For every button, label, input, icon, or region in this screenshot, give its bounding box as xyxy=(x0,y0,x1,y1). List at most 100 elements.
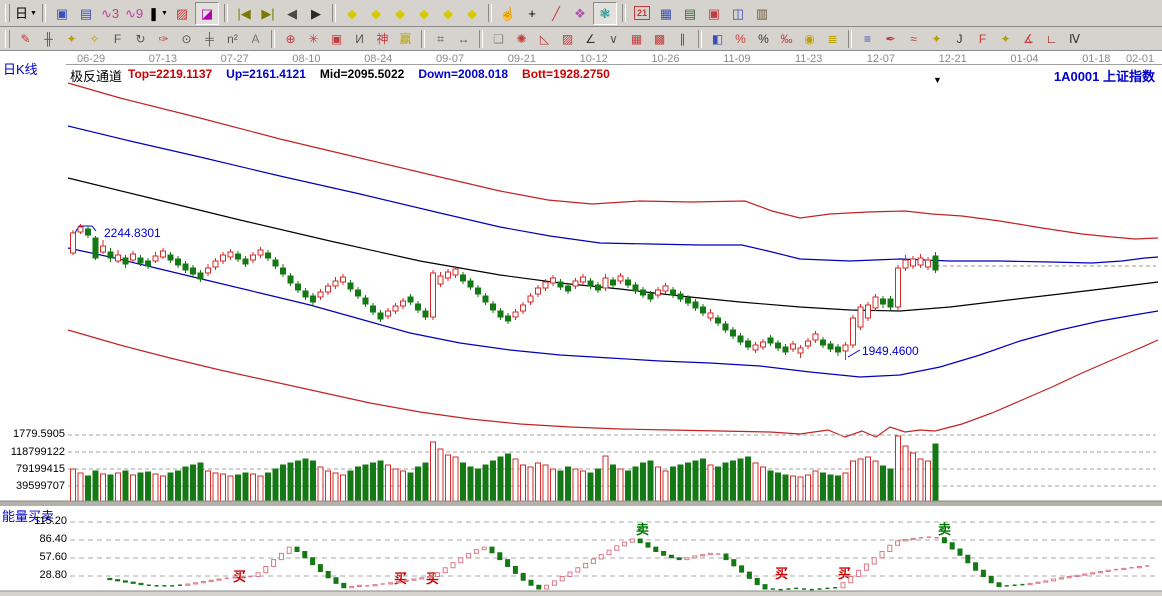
candle xyxy=(828,344,833,349)
candle xyxy=(191,268,196,274)
candle xyxy=(101,246,106,252)
candle xyxy=(356,290,361,296)
candle xyxy=(401,301,406,306)
volume-bar xyxy=(78,473,83,501)
candle xyxy=(296,284,301,290)
candle xyxy=(431,273,436,317)
indicator-bar xyxy=(287,547,291,553)
candle xyxy=(311,296,316,302)
candle xyxy=(93,238,98,258)
indicator-bar xyxy=(428,577,432,578)
indicator-bar xyxy=(740,566,744,572)
volume-bar xyxy=(438,449,443,501)
indicator-bar xyxy=(443,568,447,573)
candle xyxy=(438,276,443,284)
indicator-bar xyxy=(529,580,533,585)
candle xyxy=(656,290,661,295)
candle xyxy=(903,260,908,268)
volume-bar xyxy=(588,473,593,501)
volume-bar xyxy=(461,463,466,501)
volume-bar xyxy=(288,463,293,501)
volume-bar xyxy=(798,477,803,501)
volume-bar xyxy=(341,475,346,501)
volume-bar xyxy=(423,463,428,501)
volume-bar xyxy=(311,461,316,501)
volume-bar xyxy=(453,457,458,501)
candle xyxy=(558,282,563,287)
volume-bar xyxy=(228,476,233,501)
indicator-bar xyxy=(490,547,494,553)
candle xyxy=(251,255,256,260)
candle xyxy=(206,268,211,273)
volume-bar xyxy=(273,469,278,501)
indicator-bar xyxy=(630,539,634,542)
indicator-bar xyxy=(389,583,393,584)
candle xyxy=(543,282,548,288)
candle xyxy=(896,268,901,307)
indicator-bar xyxy=(404,580,408,581)
indicator-bar xyxy=(435,573,439,577)
candle xyxy=(791,344,796,349)
indicator-bar xyxy=(108,578,112,579)
indicator-bar xyxy=(412,579,416,580)
candle xyxy=(641,290,646,295)
candle xyxy=(168,255,173,260)
candle xyxy=(161,251,166,257)
candle xyxy=(693,302,698,308)
candle xyxy=(116,255,121,261)
indicator-bar xyxy=(747,572,751,578)
candle xyxy=(318,292,323,297)
indicator-bar xyxy=(708,553,712,554)
candle xyxy=(551,278,556,283)
indicator-bar xyxy=(560,577,564,581)
volume-bar xyxy=(348,471,353,501)
volume-bar xyxy=(618,469,623,501)
volume-bar xyxy=(566,467,571,501)
volume-bar xyxy=(266,473,271,501)
candle xyxy=(228,252,233,257)
indicator-bar xyxy=(693,556,697,558)
indicator-bar xyxy=(256,573,260,577)
volume-bar xyxy=(701,459,706,501)
indicator-bar xyxy=(537,585,541,589)
volume-bar xyxy=(648,461,653,501)
volume-bar xyxy=(858,459,863,501)
indicator-bar xyxy=(864,564,868,570)
indicator-bar xyxy=(950,543,954,549)
indicator-bar xyxy=(279,553,283,559)
candle xyxy=(108,252,113,258)
volume-bar xyxy=(258,476,263,501)
candle xyxy=(378,313,383,319)
volume-bar xyxy=(753,463,758,501)
candle xyxy=(708,313,713,318)
volume-layer xyxy=(68,435,1156,501)
down_blue-line xyxy=(68,248,1158,377)
up_blue-line xyxy=(68,126,1158,263)
candle xyxy=(678,294,683,299)
top_red-line xyxy=(68,83,1158,239)
indicator-bar xyxy=(1075,575,1079,576)
candle xyxy=(581,277,586,282)
candle xyxy=(626,280,631,285)
volume-bar xyxy=(528,467,533,501)
candle xyxy=(461,275,466,281)
indicator-bar xyxy=(701,555,705,556)
indicator-bar xyxy=(623,542,627,546)
candle xyxy=(528,296,533,302)
volume-bar xyxy=(791,476,796,501)
volume-bar xyxy=(663,471,668,501)
indicator-bar xyxy=(139,583,143,584)
indicator-bar xyxy=(1122,568,1126,569)
candle xyxy=(746,341,751,347)
indicator-bar xyxy=(482,547,486,550)
indicator-bar xyxy=(295,547,299,551)
indicator-bar xyxy=(903,540,907,541)
indicator-bar xyxy=(264,567,268,573)
indicator-bar xyxy=(685,558,689,560)
indicator-bar xyxy=(373,585,377,586)
volume-bar xyxy=(806,475,811,501)
indicator-bar xyxy=(350,587,354,588)
volume-bar xyxy=(873,461,878,501)
candle xyxy=(738,336,743,342)
volume-bar xyxy=(116,473,121,501)
